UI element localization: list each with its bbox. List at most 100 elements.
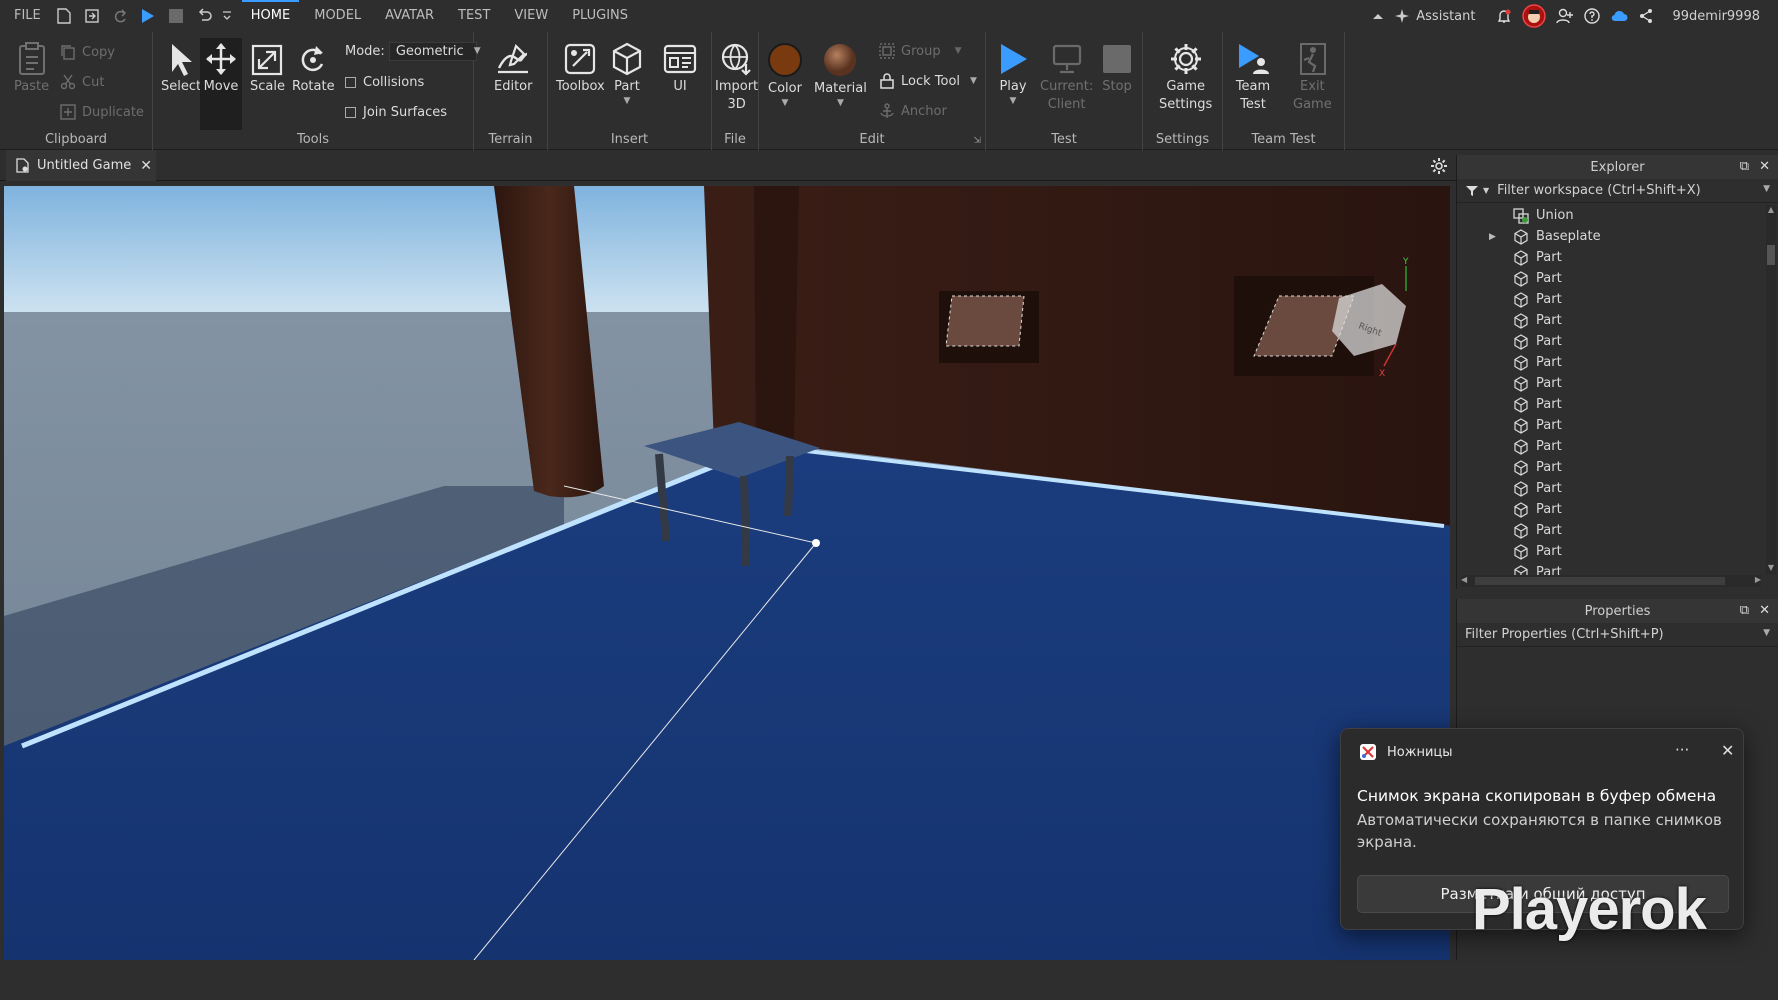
edit-expand-icon[interactable]: ⇲: [973, 136, 981, 146]
explorer-item-part[interactable]: Part: [1457, 436, 1767, 457]
explorer-filter-input[interactable]: ▼ Filter workspace (Ctrl+Shift+X) ▼: [1457, 179, 1778, 203]
import-3d-button[interactable]: Import 3D: [715, 42, 758, 114]
terrain-editor-button[interactable]: Editor: [494, 42, 532, 96]
explorer-item-part[interactable]: Part: [1457, 352, 1767, 373]
explorer-item-part[interactable]: Part: [1457, 373, 1767, 394]
share-icon[interactable]: [1633, 0, 1659, 32]
play-dropdown-icon[interactable]: ▼: [1010, 96, 1017, 106]
explorer-tree[interactable]: Union ▶ Baseplate Part Part Part Part Part Part P…: [1457, 205, 1767, 575]
collapse-ribbon-icon[interactable]: [1367, 0, 1389, 32]
publish-icon[interactable]: [81, 5, 103, 27]
paste-button[interactable]: Paste: [14, 42, 49, 96]
scroll-up-icon[interactable]: ▲: [1766, 205, 1776, 217]
lock-tool-button[interactable]: Lock Tool ▼: [879, 71, 977, 91]
notifications-bell-icon[interactable]: [1491, 0, 1517, 32]
lock-tool-dropdown-icon[interactable]: ▼: [970, 76, 977, 86]
undock-icon[interactable]: ⧉: [1740, 603, 1749, 618]
assistant-button[interactable]: Assistant: [1389, 0, 1480, 32]
explorer-item-part[interactable]: Part: [1457, 310, 1767, 331]
quick-play-icon[interactable]: [137, 5, 159, 27]
new-file-icon[interactable]: [53, 5, 75, 27]
ui-button[interactable]: UI: [663, 42, 697, 96]
filter-history-icon[interactable]: ▼: [1763, 184, 1770, 194]
tab-home[interactable]: HOME: [241, 0, 300, 32]
tab-avatar[interactable]: AVATAR: [376, 0, 443, 32]
part-dropdown-icon[interactable]: ▼: [624, 96, 631, 106]
scroll-right-icon[interactable]: ▶: [1755, 575, 1761, 584]
toolbox-button[interactable]: Toolbox: [556, 42, 605, 96]
tab-plugins[interactable]: PLUGINS: [563, 0, 637, 32]
selection-handle[interactable]: [812, 539, 820, 547]
scale-button[interactable]: Scale: [250, 42, 285, 96]
collisions-toggle[interactable]: Collisions: [345, 72, 424, 92]
filter-dropdown-icon[interactable]: ▼: [1483, 186, 1489, 195]
filter-history-icon[interactable]: ▼: [1763, 628, 1770, 638]
close-panel-icon[interactable]: ✕: [1759, 603, 1770, 618]
help-icon[interactable]: [1579, 0, 1605, 32]
scroll-left-icon[interactable]: ◀: [1461, 575, 1467, 584]
close-icon[interactable]: ✕: [1721, 741, 1734, 760]
exit-game-button[interactable]: Exit Game: [1293, 42, 1332, 114]
cut-button[interactable]: Cut: [60, 72, 104, 92]
explorer-item-part[interactable]: Part: [1457, 415, 1767, 436]
close-panel-icon[interactable]: ✕: [1759, 159, 1770, 174]
explorer-vertical-scrollbar[interactable]: ▲ ▼: [1766, 205, 1776, 575]
explorer-item-part[interactable]: Part: [1457, 499, 1767, 520]
document-tab[interactable]: Untitled Game ✕: [6, 150, 156, 181]
duplicate-button[interactable]: Duplicate: [60, 102, 144, 122]
copy-button[interactable]: Copy: [60, 42, 115, 62]
close-tab-icon[interactable]: ✕: [140, 158, 152, 174]
collisions-checkbox[interactable]: [345, 76, 356, 88]
join-surfaces-checkbox[interactable]: [345, 106, 356, 118]
material-dropdown-icon[interactable]: ▼: [837, 98, 844, 108]
anchor-button[interactable]: Anchor: [879, 101, 947, 121]
tab-file[interactable]: FILE: [0, 0, 50, 32]
explorer-horizontal-scrollbar[interactable]: ◀ ▶: [1461, 575, 1761, 587]
group-button[interactable]: Group ▼: [879, 41, 962, 61]
tab-model[interactable]: MODEL: [305, 0, 370, 32]
color-dropdown-icon[interactable]: ▼: [782, 98, 789, 108]
properties-filter-input[interactable]: Filter Properties (Ctrl+Shift+P) ▼: [1457, 623, 1778, 647]
current-client-button[interactable]: Current: Client: [1040, 42, 1093, 114]
tab-test[interactable]: TEST: [449, 0, 499, 32]
part-button[interactable]: Part ▼: [611, 42, 643, 106]
stop-button[interactable]: Stop: [1100, 42, 1134, 96]
material-button[interactable]: Material ▼: [814, 42, 867, 108]
username-label[interactable]: 99demir9998: [1659, 0, 1778, 32]
explorer-item-part[interactable]: Part: [1457, 478, 1767, 499]
explorer-item-part[interactable]: Part: [1457, 562, 1767, 575]
redo-arrow-icon[interactable]: [109, 5, 131, 27]
color-button[interactable]: Color ▼: [767, 42, 803, 108]
join-surfaces-toggle[interactable]: Join Surfaces: [345, 102, 447, 122]
h-scroll-thumb[interactable]: [1475, 577, 1725, 585]
play-button[interactable]: Play ▼: [996, 42, 1030, 106]
explorer-item-part[interactable]: Part: [1457, 541, 1767, 562]
3d-viewport[interactable]: Right Y X: [4, 186, 1450, 960]
explorer-item-part[interactable]: Part: [1457, 289, 1767, 310]
quick-stop-icon[interactable]: [165, 5, 187, 27]
team-test-button[interactable]: Team Test: [1235, 42, 1271, 114]
explorer-item-part[interactable]: Part: [1457, 520, 1767, 541]
game-settings-button[interactable]: Game Settings: [1159, 42, 1212, 114]
group-dropdown-icon[interactable]: ▼: [955, 46, 962, 56]
mode-selector[interactable]: Mode: Geometric ▼: [345, 41, 481, 61]
explorer-item-union[interactable]: Union: [1457, 205, 1767, 226]
viewport-settings-gear-icon[interactable]: [1430, 157, 1448, 179]
more-options-icon[interactable]: ···: [1675, 741, 1689, 759]
select-button[interactable]: Select: [161, 42, 201, 96]
undo-icon[interactable]: [193, 5, 215, 27]
tab-view[interactable]: VIEW: [505, 0, 557, 32]
mode-dropdown[interactable]: Geometric ▼: [388, 41, 481, 61]
explorer-item-part[interactable]: Part: [1457, 331, 1767, 352]
scene-render[interactable]: Right Y X: [4, 186, 1450, 960]
explorer-item-baseplate[interactable]: ▶ Baseplate: [1457, 226, 1767, 247]
add-friend-icon[interactable]: [1551, 0, 1579, 32]
rotate-button[interactable]: Rotate: [292, 42, 335, 96]
move-button[interactable]: Move: [200, 38, 242, 130]
undock-icon[interactable]: ⧉: [1740, 159, 1749, 174]
cloud-icon[interactable]: [1605, 0, 1633, 32]
explorer-item-part[interactable]: Part: [1457, 394, 1767, 415]
explorer-item-part[interactable]: Part: [1457, 247, 1767, 268]
scroll-down-icon[interactable]: ▼: [1766, 563, 1776, 575]
user-avatar[interactable]: [1517, 0, 1551, 32]
